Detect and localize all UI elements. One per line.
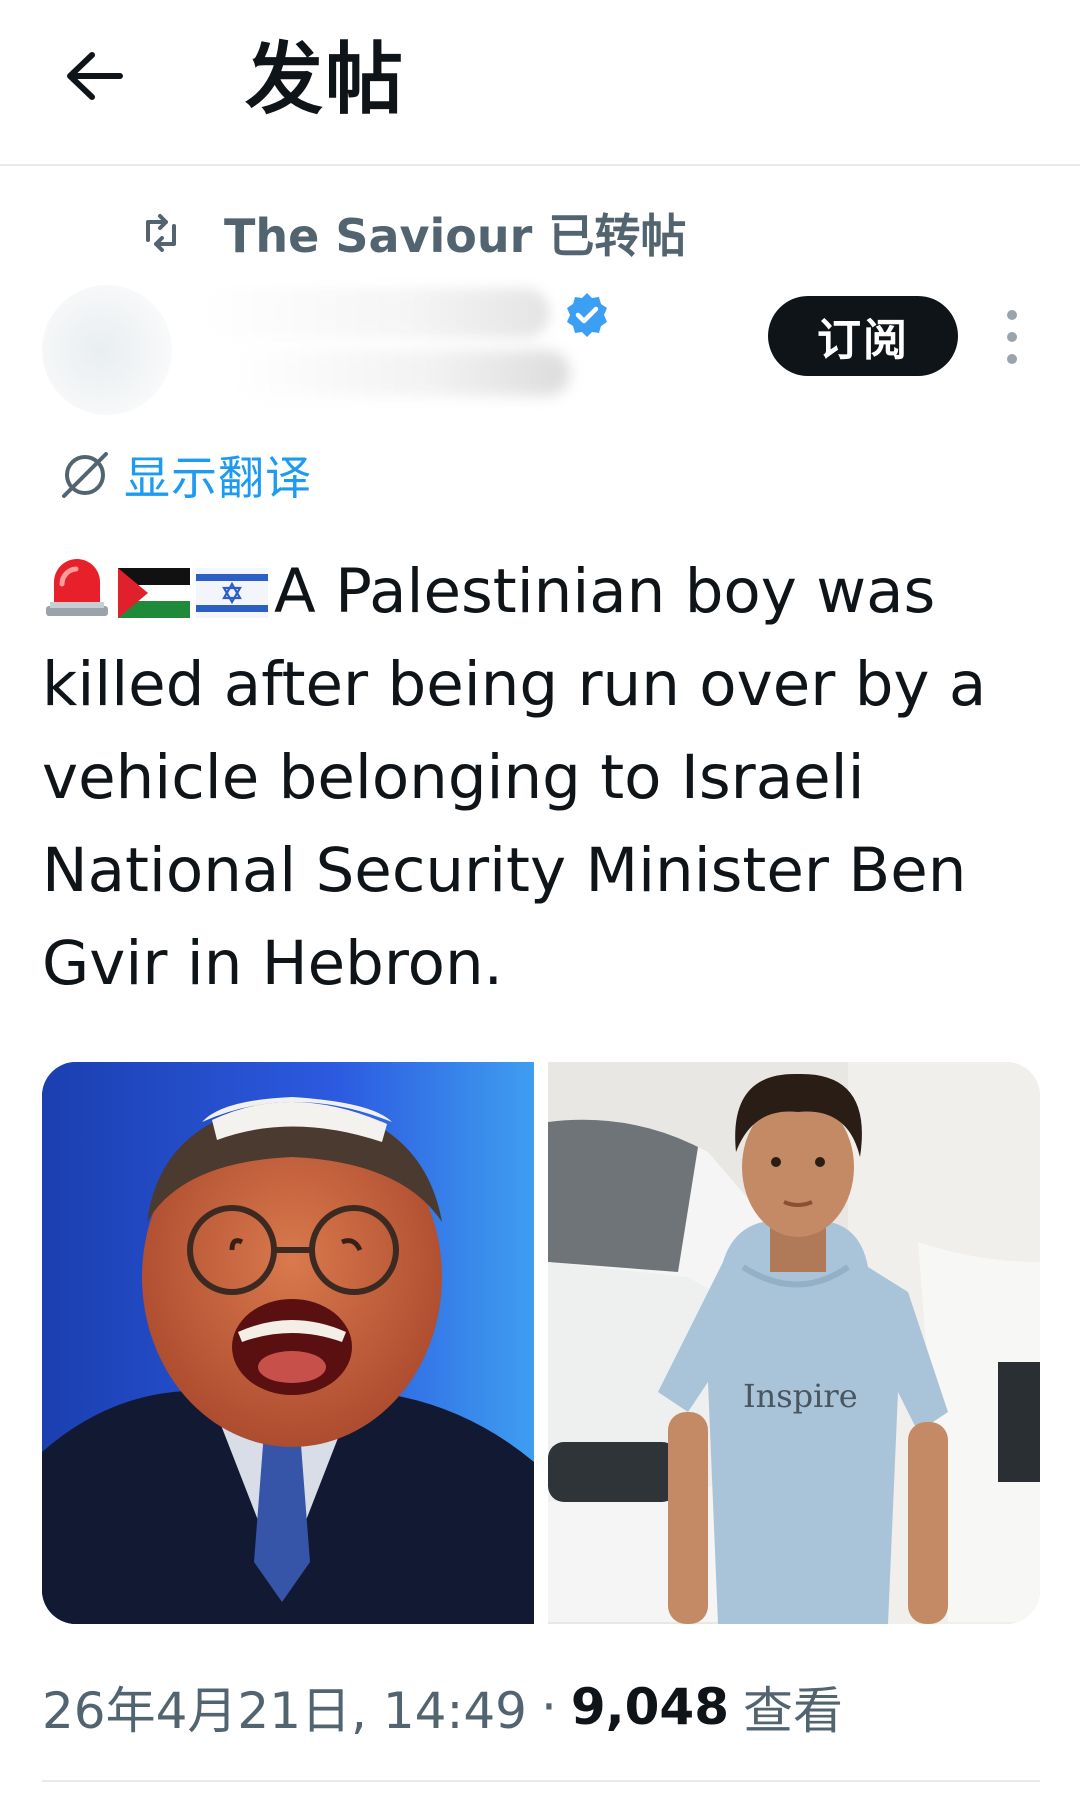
repost-indicator[interactable]: The Saviour 已转帖 <box>138 198 686 268</box>
repost-label: The Saviour 已转帖 <box>224 209 687 263</box>
views-label: 查看 <box>743 1682 843 1740</box>
top-bar: 发帖 <box>0 0 1080 165</box>
arrow-left-icon <box>67 52 123 100</box>
boy-photo: Inspire <box>548 1062 1040 1624</box>
show-translation-link[interactable]: 显示翻译 <box>56 440 312 510</box>
post-meta: 26年4月21日, 14:49 · 9,048 查看 <box>42 1672 843 1742</box>
author-handle-blurred[interactable] <box>230 350 570 396</box>
post-body-text: A Palestinian boy was killed after being… <box>42 556 987 999</box>
author-name-blurred[interactable] <box>200 288 550 338</box>
shouting-man-photo <box>42 1062 534 1624</box>
media-image-right[interactable]: Inspire <box>548 1062 1040 1624</box>
palestine-flag-emoji <box>118 568 190 618</box>
views-count: 9,048 <box>570 1678 729 1736</box>
meta-separator: · <box>540 1678 557 1736</box>
israel-flag-emoji <box>196 568 268 618</box>
more-vertical-icon <box>1007 310 1017 320</box>
more-options-button[interactable] <box>996 302 1028 372</box>
avatar[interactable] <box>42 285 172 415</box>
post-text: A Palestinian boy was killed after being… <box>42 545 1052 1010</box>
media-grid: Inspire <box>42 1062 1040 1624</box>
meta-divider <box>42 1780 1040 1782</box>
post-timestamp[interactable]: 26年4月21日, 14:49 <box>42 1671 527 1743</box>
author-row: 订阅 <box>0 270 1080 430</box>
repost-icon <box>146 214 176 252</box>
media-image-left[interactable] <box>42 1062 534 1624</box>
shirt-print-text: Inspire <box>743 1377 858 1415</box>
header-divider <box>0 164 1080 166</box>
show-translation-label: 显示翻译 <box>124 451 312 505</box>
back-button[interactable] <box>58 40 130 112</box>
page-title: 发帖 <box>245 35 406 125</box>
siren-emoji <box>46 559 108 616</box>
verified-badge-icon <box>567 293 607 337</box>
subscribe-button[interactable]: 订阅 <box>768 296 958 376</box>
translate-globe-icon <box>62 452 108 498</box>
